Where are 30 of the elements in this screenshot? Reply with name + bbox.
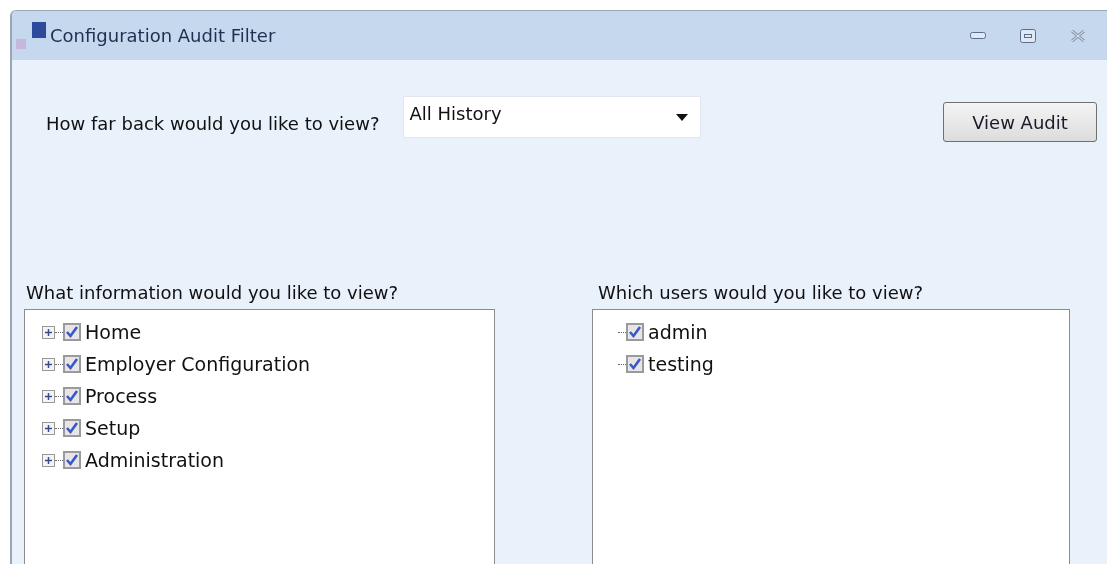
checkbox[interactable]: [63, 323, 81, 341]
app-icon: [16, 22, 46, 49]
minimize-icon: [970, 31, 986, 40]
tree-item[interactable]: Process: [85, 385, 158, 407]
information-label: What information would you like to view?: [26, 282, 400, 303]
dropdown-arrow-icon: [676, 113, 689, 121]
expand-icon[interactable]: [42, 453, 55, 467]
expand-icon[interactable]: [42, 357, 55, 371]
expand-icon[interactable]: [42, 421, 55, 435]
user-item[interactable]: testing: [648, 353, 714, 375]
view-audit-button[interactable]: View Audit: [943, 102, 1097, 142]
tree-item[interactable]: Setup: [85, 417, 141, 439]
tree-item[interactable]: Employer Configuration: [85, 353, 311, 375]
checkbox[interactable]: [626, 323, 644, 341]
checkbox[interactable]: [63, 387, 81, 405]
tree-item[interactable]: Administration: [85, 449, 225, 471]
users-label: Which users would you like to view?: [598, 282, 925, 303]
tree-item[interactable]: Home: [85, 321, 142, 343]
history-label: How far back would you like to view?: [46, 112, 380, 134]
close-icon: [1070, 28, 1086, 43]
checkbox[interactable]: [626, 355, 644, 373]
checkbox[interactable]: [63, 451, 81, 469]
expand-icon[interactable]: [42, 325, 55, 339]
window-title: Configuration Audit Filter: [50, 25, 277, 46]
checkbox[interactable]: [63, 355, 81, 373]
checkbox[interactable]: [63, 419, 81, 437]
history-dropdown[interactable]: All History: [403, 96, 702, 138]
user-item[interactable]: admin: [648, 321, 708, 343]
expand-icon[interactable]: [42, 389, 55, 403]
maximize-icon: [1020, 28, 1036, 43]
